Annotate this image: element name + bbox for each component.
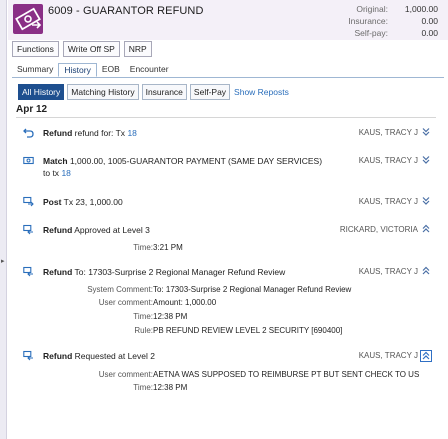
amount-row-insurance: Insurance: 0.00	[298, 15, 438, 27]
main-panel: 6009 - GUARANTOR REFUND Original: 1,000.…	[8, 0, 448, 439]
entry-text: Refund To: 17303-Surprise 2 Regional Man…	[43, 266, 323, 278]
filter-self-pay[interactable]: Self-Pay	[189, 84, 231, 100]
entry-description: refund for: Tx	[74, 128, 126, 138]
detail-value: 12:38 PM	[153, 383, 188, 392]
entry-user: KAUS, TRACY J	[358, 197, 418, 206]
double-chevron-up-icon[interactable]	[420, 224, 432, 236]
detail-label: Time:	[133, 312, 153, 321]
write-off-sp-button[interactable]: Write Off SP	[62, 41, 120, 57]
detail-label: User comment:	[98, 370, 153, 379]
post-payment-icon	[23, 196, 34, 207]
filter-matching-history[interactable]: Matching History	[67, 84, 139, 100]
tx-link[interactable]: 18	[127, 128, 136, 138]
amount-label: Original:	[356, 4, 388, 14]
detail-value: 12:38 PM	[153, 312, 188, 321]
tab-divider	[12, 77, 444, 78]
entry-description: Tx 23, 1,000.00	[63, 197, 123, 207]
entry-user: KAUS, TRACY J	[358, 267, 418, 276]
filter-insurance[interactable]: Insurance	[141, 84, 187, 100]
amounts-summary: Original: 1,000.00 Insurance: 0.00 Self-…	[298, 3, 438, 39]
double-chevron-down-icon[interactable]	[420, 155, 432, 167]
entry-user: RICKARD, VICTORIA	[339, 225, 418, 234]
detail-label: Time:	[133, 383, 153, 392]
entry-text: Refund refund for: Tx 18	[43, 127, 323, 139]
amount-value: 0.00	[421, 16, 438, 26]
detail-label: User comment:	[98, 298, 153, 307]
entry-action: Refund	[43, 225, 73, 235]
entry-text: Post Tx 23, 1,000.00	[43, 196, 323, 208]
money-icon	[23, 155, 34, 166]
tab-history[interactable]: History	[58, 63, 97, 77]
nrp-button[interactable]: NRP	[123, 41, 152, 57]
amount-value: 1,000.00	[404, 4, 438, 14]
entry-description: 1,000.00, 1005-GUARANTOR PAYMENT (SAME D…	[43, 156, 323, 178]
undo-arrow-icon	[23, 127, 34, 138]
detail-label: System Comment:	[87, 285, 153, 294]
tab-eob[interactable]: EOB	[97, 63, 125, 77]
detail-label: Time:	[133, 243, 153, 252]
double-chevron-up-icon[interactable]	[420, 350, 432, 362]
tab-summary[interactable]: Summary	[12, 63, 58, 77]
detail-value: To: 17303-Surprise 2 Regional Manager Re…	[153, 285, 352, 294]
expand-arrow-icon[interactable]: ▸	[1, 257, 5, 265]
header: 6009 - GUARANTOR REFUND Original: 1,000.…	[8, 0, 448, 40]
refund-card-icon	[13, 4, 43, 34]
entry-text: Refund Approved at Level 3	[43, 224, 323, 236]
amount-value: 0.00	[421, 28, 438, 38]
tab-encounter[interactable]: Encounter	[125, 63, 174, 77]
entry-user: KAUS, TRACY J	[358, 351, 418, 360]
entry-action: Refund	[43, 128, 73, 138]
functions-button[interactable]: Functions	[12, 41, 59, 57]
entry-action: Refund	[43, 351, 73, 361]
entry-description: Requested at Level 2	[74, 351, 155, 361]
amount-label: Self-pay:	[354, 28, 388, 38]
action-bar: Functions Write Off SP NRP	[12, 41, 152, 57]
refund-workflow-icon	[23, 350, 34, 361]
double-chevron-down-icon[interactable]	[420, 127, 432, 139]
amount-label: Insurance:	[348, 16, 388, 26]
entry-text: Refund Requested at Level 2	[43, 350, 323, 362]
filter-all-history[interactable]: All History	[18, 84, 65, 100]
page-title: 6009 - GUARANTOR REFUND	[48, 5, 204, 17]
double-chevron-up-icon[interactable]	[420, 266, 432, 278]
entry-description: Approved at Level 3	[74, 225, 150, 235]
amount-row-self-pay: Self-pay: 0.00	[298, 27, 438, 39]
detail-value: PB REFUND REVIEW LEVEL 2 SECURITY [69040…	[153, 326, 343, 335]
detail-value: AETNA WAS SUPPOSED TO REIMBURSE PT BUT S…	[153, 370, 420, 379]
refund-workflow-icon	[23, 266, 34, 277]
detail-label: Rule:	[134, 326, 153, 335]
tab-bar: Summary History EOB Encounter	[12, 63, 174, 77]
show-reposts-link[interactable]: Show Reposts	[233, 84, 289, 100]
entry-description: To: 17303-Surprise 2 Regional Manager Re…	[74, 267, 286, 277]
detail-value: 3:21 PM	[153, 243, 183, 252]
entry-user: KAUS, TRACY J	[358, 128, 418, 137]
entry-text: Match 1,000.00, 1005-GUARANTOR PAYMENT (…	[43, 155, 323, 179]
tx-link[interactable]: 18	[61, 168, 70, 178]
entry-user: KAUS, TRACY J	[358, 156, 418, 165]
history-filter-bar: All History Matching History Insurance S…	[18, 84, 289, 100]
entry-action: Post	[43, 197, 62, 207]
detail-value: Amount: 1,000.00	[153, 298, 217, 307]
left-collapse-strip[interactable]: ▸	[0, 0, 7, 439]
entry-action: Match	[43, 156, 68, 166]
date-heading: Apr 12	[16, 104, 48, 115]
amount-row-original: Original: 1,000.00	[298, 3, 438, 15]
refund-workflow-icon	[23, 224, 34, 235]
date-divider	[16, 117, 436, 118]
entry-action: Refund	[43, 267, 73, 277]
double-chevron-down-icon[interactable]	[420, 196, 432, 208]
